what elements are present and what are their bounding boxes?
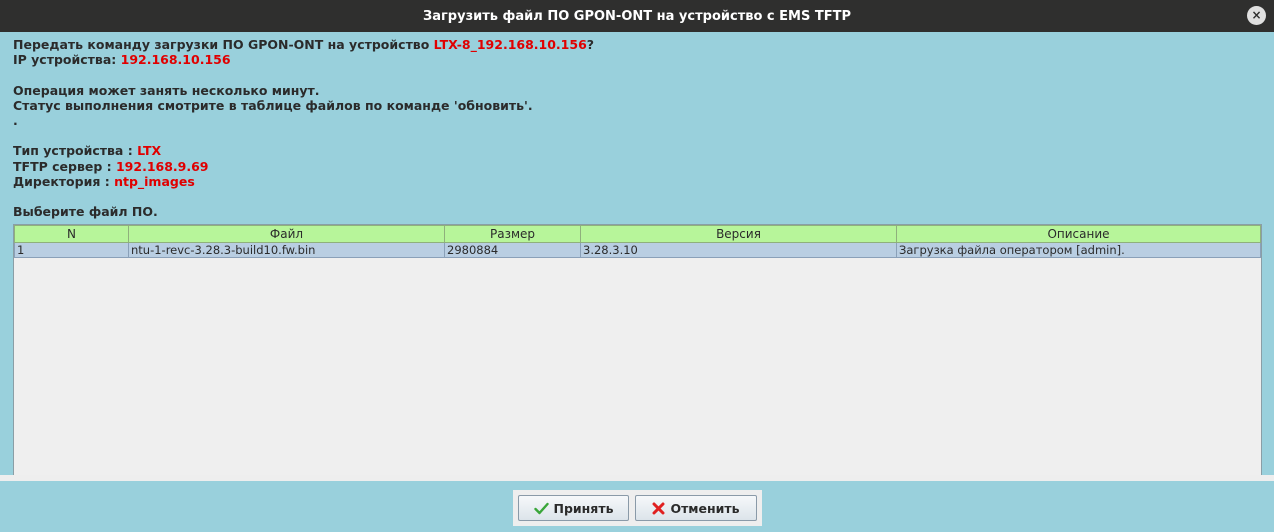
accept-button[interactable]: Принять bbox=[518, 495, 629, 521]
cell-file: ntu-1-revc-3.28.3-build10.fw.bin bbox=[128, 242, 445, 258]
note-duration: Операция может занять несколько минут. bbox=[13, 82, 320, 98]
cell-size: 2980884 bbox=[444, 242, 581, 258]
ip-value: 192.168.10.156 bbox=[120, 52, 231, 68]
ip-line: IP устройства: 192.168.10.156 bbox=[13, 52, 231, 68]
column-header-size[interactable]: Размер bbox=[444, 225, 581, 243]
window-titlebar: Загрузить файл ПО GPON-ONT на устройство… bbox=[0, 0, 1274, 32]
select-prompt: Выберите файл ПО. bbox=[13, 204, 158, 220]
column-header-description[interactable]: Описание bbox=[896, 225, 1261, 243]
device-type-value: LTX bbox=[137, 143, 162, 159]
tftp-value: 192.168.9.69 bbox=[115, 158, 209, 174]
cell-description: Загрузка файла оператором [admin]. bbox=[896, 242, 1261, 258]
accept-button-label: Принять bbox=[553, 500, 614, 516]
close-icon[interactable]: × bbox=[1247, 6, 1266, 25]
directory-line: Директория : ntp_images bbox=[13, 173, 195, 189]
dialog-content: Передать команду загрузки ПО GPON-ONT на… bbox=[0, 32, 1274, 491]
message-block: Передать команду загрузки ПО GPON-ONT на… bbox=[13, 37, 594, 219]
column-header-file[interactable]: Файл bbox=[128, 225, 445, 243]
confirm-line: Передать команду загрузки ПО GPON-ONT на… bbox=[13, 37, 595, 52]
tftp-line: TFTP сервер : 192.168.9.69 bbox=[13, 158, 209, 174]
checkmark-icon bbox=[533, 502, 549, 515]
note-dot: . bbox=[13, 112, 18, 128]
cell-version: 3.28.3.10 bbox=[580, 242, 897, 258]
note-status: Статус выполнения смотрите в таблице фай… bbox=[13, 97, 533, 113]
file-table[interactable]: N Файл Размер Версия Описание 1 ntu-1-re… bbox=[13, 224, 1262, 491]
table-row[interactable]: 1 ntu-1-revc-3.28.3-build10.fw.bin 29808… bbox=[14, 242, 1261, 258]
red-x-icon bbox=[652, 502, 665, 515]
directory-value: ntp_images bbox=[114, 173, 195, 189]
cell-n: 1 bbox=[14, 242, 129, 258]
button-panel: Принять Отменить bbox=[513, 490, 762, 526]
device-name: LTX-8_192.168.10.156 bbox=[433, 37, 587, 52]
cancel-button[interactable]: Отменить bbox=[635, 495, 757, 521]
cancel-button-label: Отменить bbox=[670, 500, 740, 516]
table-header-row: N Файл Размер Версия Описание bbox=[14, 225, 1261, 243]
device-type-line: Тип устройства : LTX bbox=[13, 143, 162, 159]
column-header-n[interactable]: N bbox=[14, 225, 129, 243]
window-title: Загрузить файл ПО GPON-ONT на устройство… bbox=[422, 8, 851, 24]
dialog-footer: Принять Отменить bbox=[0, 481, 1274, 532]
column-header-version[interactable]: Версия bbox=[580, 225, 897, 243]
